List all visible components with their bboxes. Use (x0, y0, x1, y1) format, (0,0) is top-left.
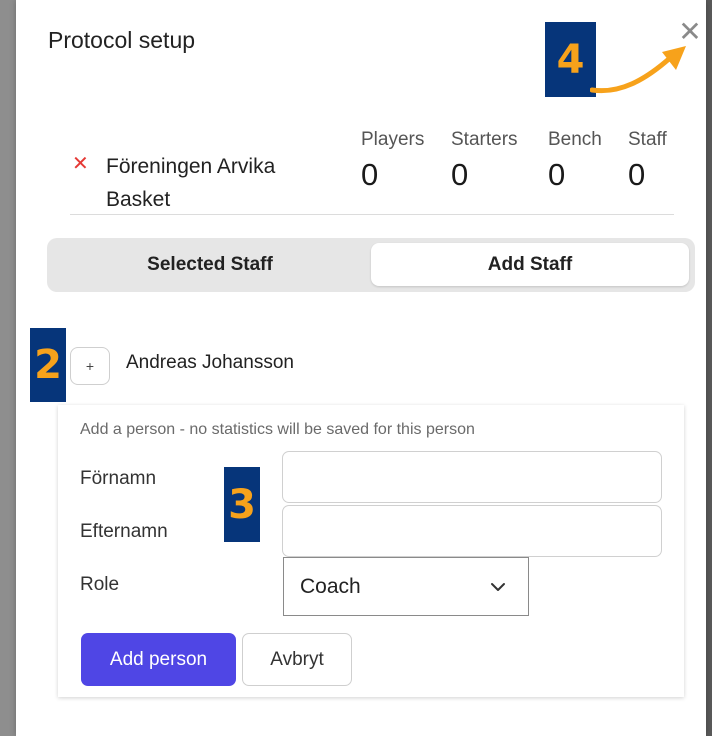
cancel-button[interactable]: Avbryt (242, 633, 352, 686)
tab-add-staff[interactable]: Add Staff (371, 243, 689, 286)
annotation-badge-4: 4 (545, 22, 596, 97)
stat-value-bench: 0 (548, 157, 566, 192)
add-staff-member-button[interactable]: + (70, 347, 110, 385)
role-label: Role (80, 574, 120, 595)
last-name-input[interactable] (282, 505, 662, 557)
team-name: Föreningen Arvika Basket (106, 155, 276, 211)
divider (70, 214, 674, 215)
tab-selected-staff[interactable]: Selected Staff (51, 243, 369, 286)
stat-value-staff: 0 (628, 157, 646, 192)
stat-value-starters: 0 (451, 157, 469, 192)
staff-member-name: Andreas Johansson (126, 352, 294, 373)
staff-tabs: Selected Staff Add Staff (47, 238, 695, 292)
stat-value-players: 0 (361, 157, 379, 192)
annotation-badge-3: 3 (224, 467, 260, 542)
form-hint: Add a person - no statistics will be sav… (80, 421, 475, 438)
first-name-label: Förnamn (80, 468, 157, 489)
annotation-arrow-icon (590, 46, 686, 94)
add-person-button[interactable]: Add person (81, 633, 236, 686)
stat-label-staff: Staff (628, 129, 667, 150)
role-select-value: Coach (300, 575, 361, 598)
dialog-title: Protocol setup (48, 27, 196, 53)
stat-label-bench: Bench (548, 129, 602, 150)
protocol-setup-dialog: Protocol setup ✕ 4 ✕ Föreningen Arvika B… (16, 0, 706, 736)
background-strip (706, 0, 712, 736)
role-select[interactable]: Coach (283, 557, 529, 616)
stat-label-starters: Starters (451, 129, 518, 150)
stat-label-players: Players (361, 129, 425, 150)
chevron-down-icon (491, 583, 505, 591)
annotation-badge-2: 2 (30, 328, 66, 402)
remove-team-icon[interactable]: ✕ (72, 151, 89, 176)
first-name-input[interactable] (282, 451, 662, 503)
last-name-label: Efternamn (80, 521, 168, 542)
